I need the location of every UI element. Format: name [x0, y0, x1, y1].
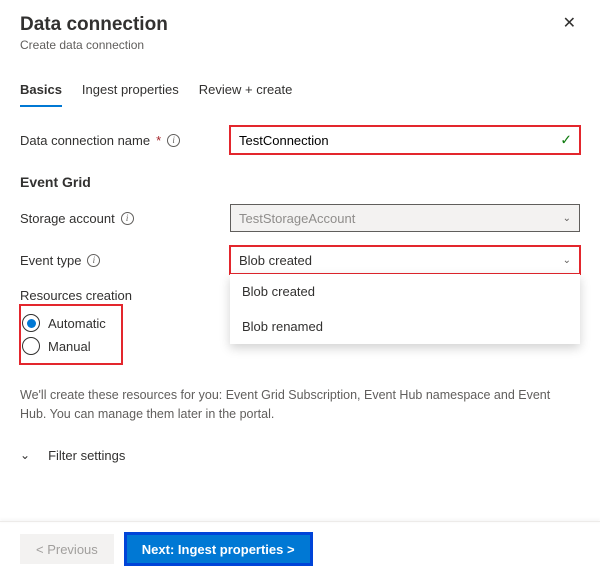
storage-account-select[interactable]: TestStorageAccount ⌄	[230, 204, 580, 232]
tab-basics[interactable]: Basics	[20, 76, 62, 107]
field-event-type: Blob created ⌄ Blob created Blob renamed	[230, 246, 580, 274]
filter-settings-expander[interactable]: ⌄ Filter settings	[20, 442, 580, 469]
tab-review-create[interactable]: Review + create	[199, 76, 293, 107]
chevron-down-icon: ⌄	[563, 255, 571, 266]
previous-button[interactable]: < Previous	[20, 534, 114, 564]
next-button[interactable]: Next: Ingest properties >	[126, 534, 311, 564]
label-event-type: Event type i	[20, 253, 230, 268]
radio-group-resources: Automatic Manual	[20, 305, 122, 364]
section-event-grid: Event Grid	[20, 174, 580, 190]
label-storage-account: Storage account i	[20, 211, 230, 226]
pane-body: Data connection Create data connection ✕…	[0, 0, 600, 469]
label-data-connection-name: Data connection name * i	[20, 133, 230, 148]
label-text: Data connection name	[20, 133, 150, 148]
radio-manual[interactable]: Manual	[22, 337, 106, 355]
row-event-type: Event type i Blob created ⌄ Blob created…	[20, 246, 580, 274]
field-data-connection-name: ✓	[230, 126, 580, 154]
chevron-down-icon: ⌄	[20, 448, 30, 462]
info-icon[interactable]: i	[87, 254, 100, 267]
header: Data connection Create data connection ✕	[20, 14, 580, 52]
radio-automatic[interactable]: Automatic	[22, 314, 106, 332]
data-connection-name-input[interactable]	[230, 126, 580, 154]
event-type-dropdown: Blob created Blob renamed	[230, 274, 580, 344]
page-subtitle: Create data connection	[20, 38, 168, 52]
tab-ingest-properties[interactable]: Ingest properties	[82, 76, 179, 107]
event-type-select[interactable]: Blob created ⌄	[230, 246, 580, 274]
select-value: Blob created	[239, 253, 312, 268]
expander-label: Filter settings	[48, 448, 125, 463]
footer: < Previous Next: Ingest properties >	[20, 534, 311, 564]
label-resources-creation: Resources creation	[20, 288, 230, 303]
chevron-down-icon: ⌄	[563, 213, 571, 224]
radio-icon	[22, 337, 40, 355]
required-asterisk: *	[156, 133, 161, 148]
checkmark-icon: ✓	[560, 132, 572, 149]
footer-divider	[0, 521, 600, 522]
label-text: Storage account	[20, 211, 115, 226]
tabs: Basics Ingest properties Review + create	[20, 76, 580, 108]
page-title: Data connection	[20, 14, 168, 36]
dropdown-option-blob-renamed[interactable]: Blob renamed	[230, 309, 580, 344]
resources-description: We'll create these resources for you: Ev…	[20, 386, 580, 424]
select-value: TestStorageAccount	[239, 211, 355, 226]
field-storage-account: TestStorageAccount ⌄	[230, 204, 580, 232]
info-icon[interactable]: i	[121, 212, 134, 225]
radio-label: Manual	[48, 339, 91, 354]
radio-icon	[22, 314, 40, 332]
radio-label: Automatic	[48, 316, 106, 331]
close-icon[interactable]: ✕	[559, 14, 580, 34]
label-text: Event type	[20, 253, 81, 268]
form: Data connection name * i ✓ Event Grid St…	[20, 126, 580, 469]
dropdown-option-blob-created[interactable]: Blob created	[230, 274, 580, 309]
info-icon[interactable]: i	[167, 134, 180, 147]
row-data-connection-name: Data connection name * i ✓	[20, 126, 580, 154]
row-storage-account: Storage account i TestStorageAccount ⌄	[20, 204, 580, 232]
